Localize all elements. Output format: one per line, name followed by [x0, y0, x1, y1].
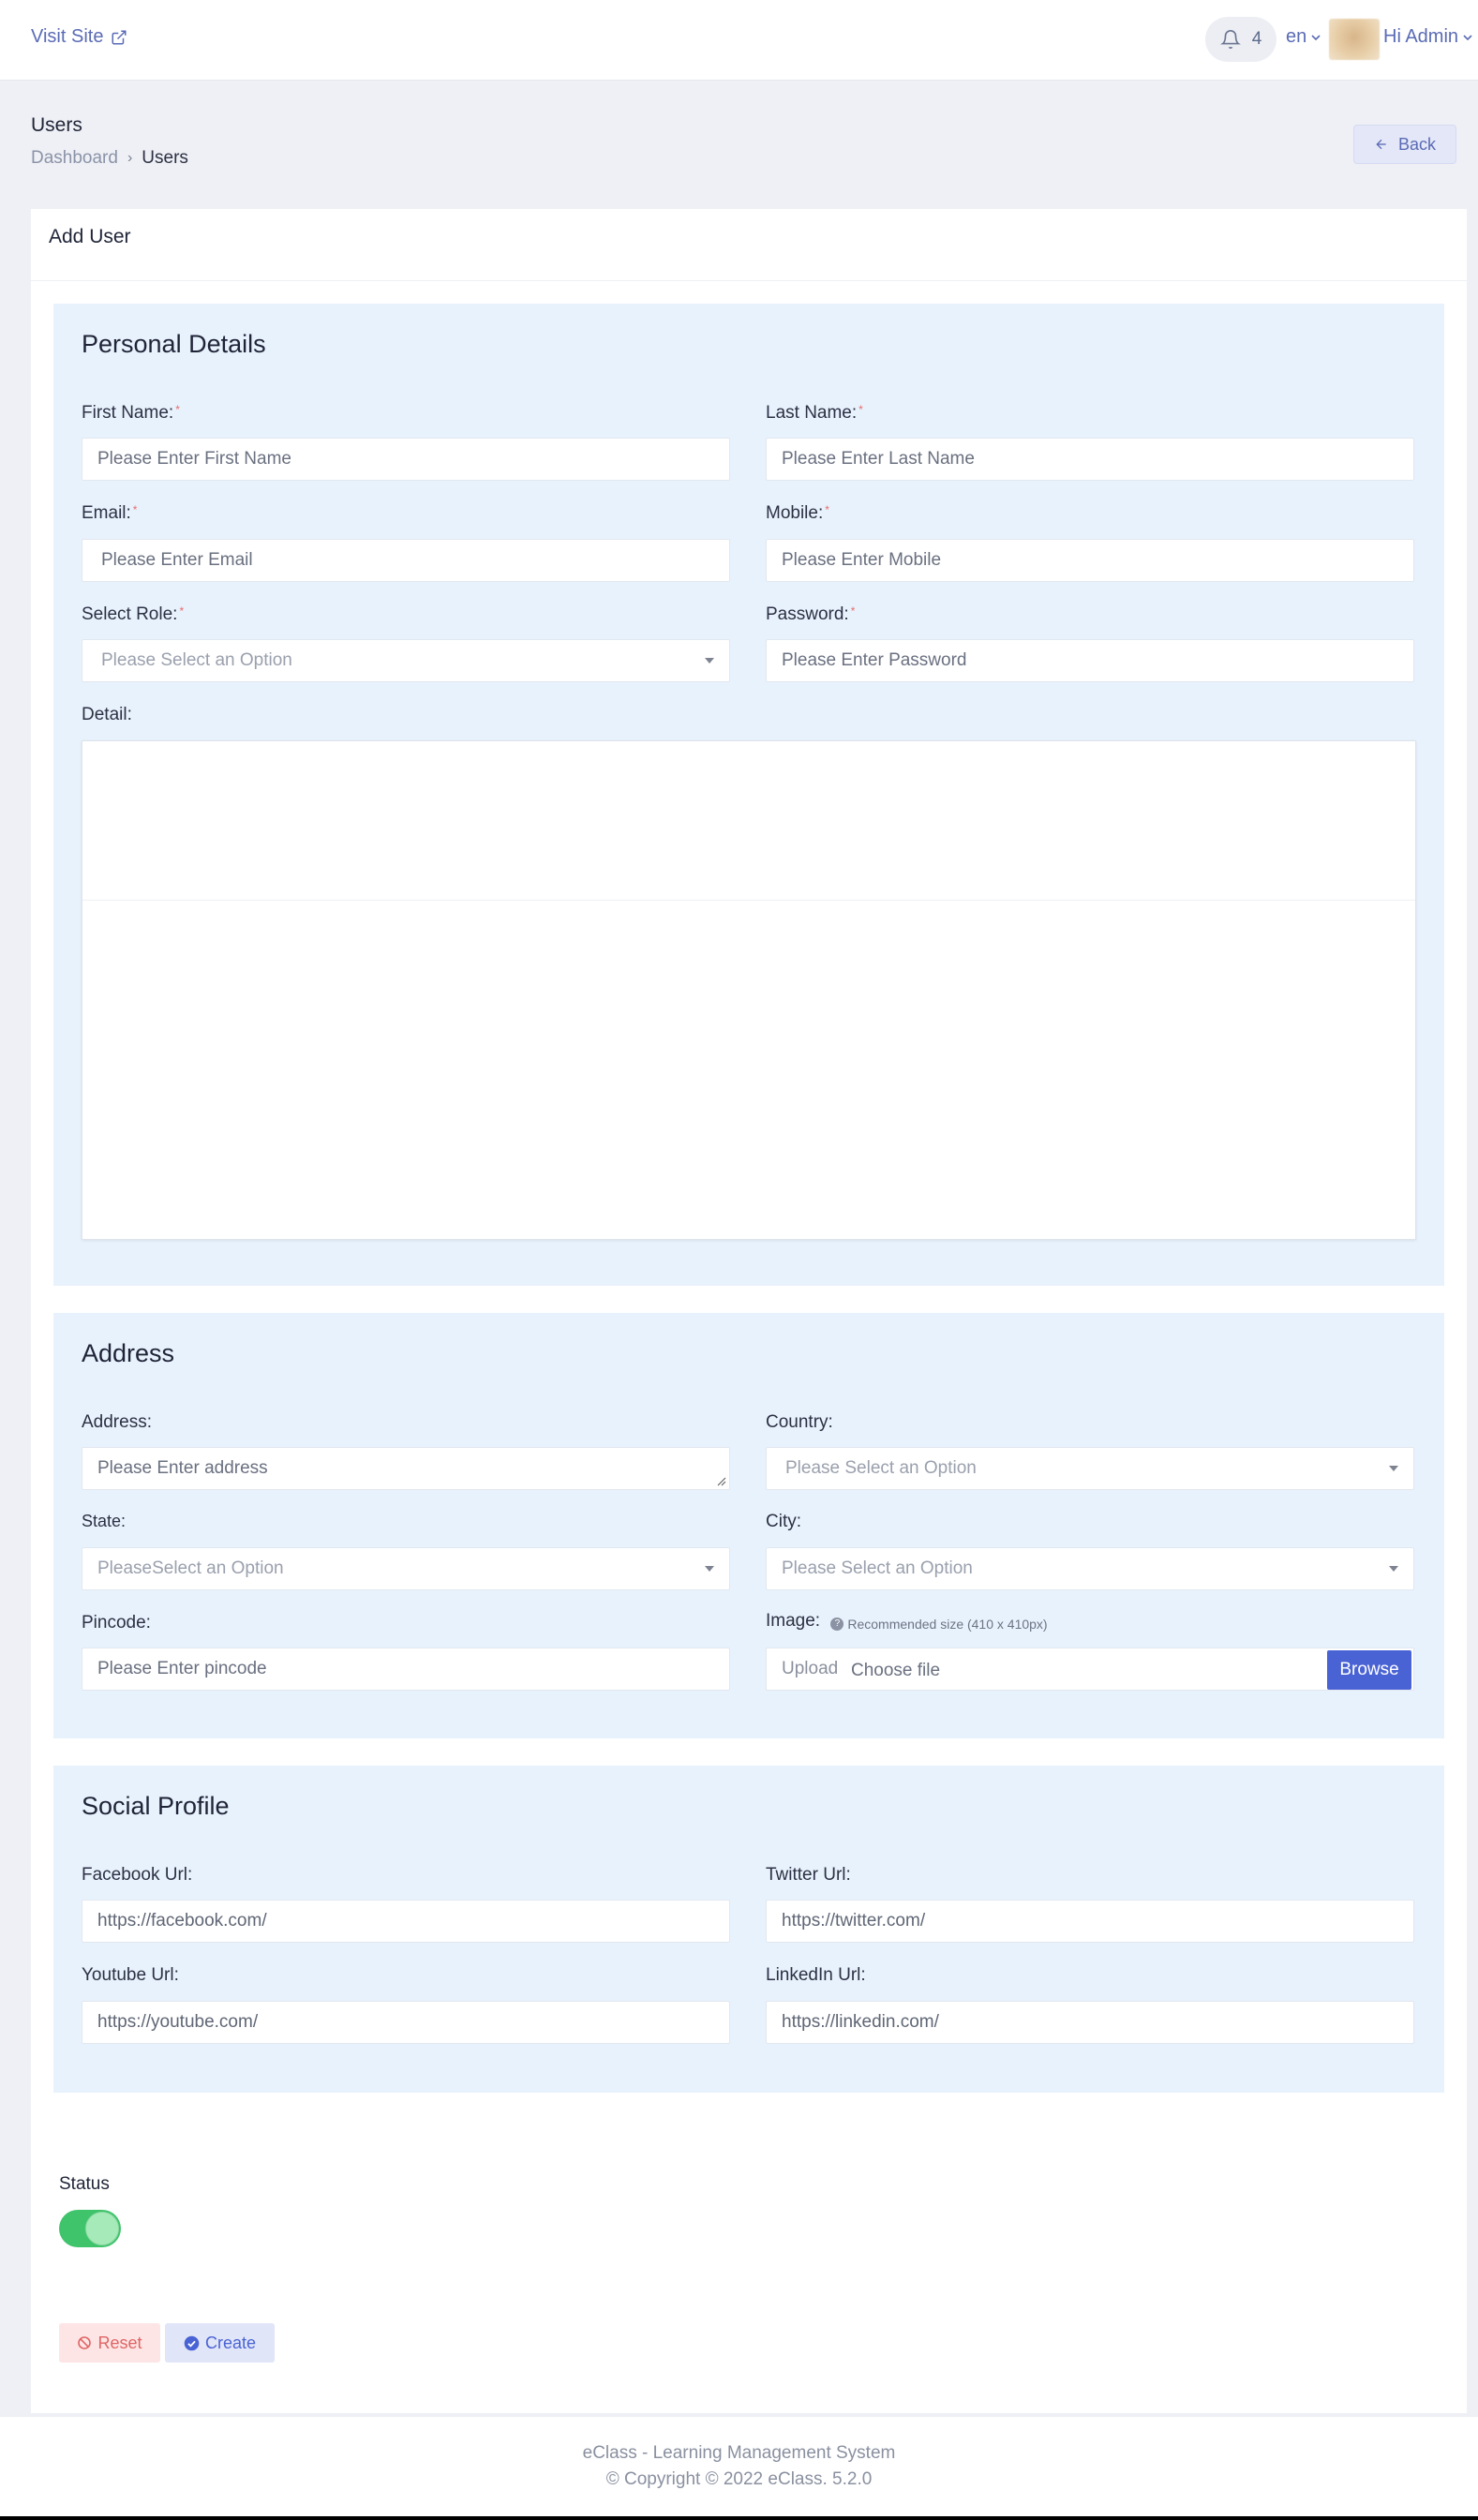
ban-icon: [78, 2336, 92, 2349]
role-select[interactable]: Please Select an Option: [82, 639, 730, 682]
detail-editor[interactable]: [82, 740, 1416, 1240]
breadcrumb: Dashboard › Users: [31, 148, 188, 169]
image-label: Image: ? Recommended size (410 x 410px): [766, 1611, 1048, 1632]
facebook-label: Facebook Url:: [82, 1865, 193, 1885]
footer-copyright: © Copyright © 2022 eClass. 5.2.0: [605, 2469, 873, 2489]
youtube-label: Youtube Url:: [82, 1965, 179, 1985]
notification-count: 4: [1251, 29, 1262, 49]
required-mark: *: [132, 503, 138, 516]
status-toggle[interactable]: [59, 2210, 121, 2247]
city-label: City:: [766, 1512, 801, 1531]
question-circle-icon: ?: [830, 1618, 844, 1631]
footer-app-name: eClass - Learning Management System: [582, 2443, 896, 2463]
required-mark: *: [175, 403, 180, 416]
caret-down-icon: [1389, 1566, 1398, 1572]
address-section: Address Address: Please Enter address Co…: [53, 1313, 1444, 1738]
image-size-hint: ? Recommended size (410 x 410px): [830, 1617, 1048, 1632]
required-mark: *: [825, 503, 829, 516]
state-label: State:: [82, 1512, 127, 1530]
youtube-url-input[interactable]: https://youtube.com/: [82, 2001, 730, 2044]
address-label: Address:: [82, 1412, 152, 1432]
visit-site-label: Visit Site: [31, 26, 104, 47]
editor-toolbar-area: [82, 741, 1415, 901]
chevron-down-icon: [1311, 34, 1321, 40]
email-label: Email: *: [82, 503, 138, 523]
arrow-left-icon: [1376, 139, 1386, 150]
first-name-label: First Name: *: [82, 403, 180, 423]
bell-icon: [1219, 30, 1241, 49]
language-label: en: [1286, 26, 1307, 47]
back-button[interactable]: Back: [1353, 125, 1456, 164]
personal-details-section: Personal Details First Name: * Please Ent…: [53, 304, 1444, 1286]
required-mark: *: [850, 604, 856, 618]
role-label: Select Role: *: [82, 604, 185, 624]
external-link-icon: [112, 30, 127, 44]
browse-button[interactable]: Browse: [1327, 1650, 1411, 1690]
state-select[interactable]: PleaseSelect an Option: [82, 1547, 730, 1590]
required-mark: *: [179, 604, 185, 618]
create-label: Create: [204, 2333, 257, 2352]
avatar[interactable]: [1329, 19, 1380, 60]
user-menu-dropdown[interactable]: Hi Admin: [1383, 26, 1473, 48]
section-heading-personal: Personal Details: [82, 330, 266, 358]
linkedin-url-input[interactable]: https://linkedin.com/: [766, 2001, 1414, 2044]
top-navbar: Visit Site 4 en Hi Admin: [0, 0, 1478, 81]
choose-file-label[interactable]: Choose file: [851, 1661, 940, 1681]
caret-down-icon: [1389, 1466, 1398, 1471]
reset-button[interactable]: Reset: [59, 2323, 160, 2363]
visit-site-link[interactable]: Visit Site: [31, 26, 127, 48]
divider: [31, 280, 1467, 281]
section-heading-social: Social Profile: [82, 1792, 230, 1820]
section-heading-address: Address: [82, 1339, 175, 1367]
pincode-label: Pincode:: [82, 1613, 151, 1633]
bottom-edge: [0, 2516, 1478, 2520]
breadcrumb-dashboard[interactable]: Dashboard: [31, 148, 118, 169]
caret-down-icon: [705, 1566, 714, 1572]
twitter-url-input[interactable]: https://twitter.com/: [766, 1900, 1414, 1943]
password-input[interactable]: Please Enter Password: [766, 639, 1414, 682]
reset-label: Reset: [97, 2333, 142, 2352]
twitter-label: Twitter Url:: [766, 1865, 851, 1885]
mobile-input[interactable]: Please Enter Mobile: [766, 539, 1414, 582]
page-title: Users: [31, 114, 82, 136]
facebook-url-input[interactable]: https://facebook.com/: [82, 1900, 730, 1943]
footer: eClass - Learning Management System © Co…: [0, 2417, 1478, 2516]
country-label: Country:: [766, 1412, 833, 1432]
notifications-button[interactable]: 4: [1205, 17, 1276, 62]
required-mark: *: [858, 403, 863, 416]
image-file-input[interactable]: Upload Choose file Browse: [766, 1648, 1414, 1691]
email-input[interactable]: Please Enter Email: [82, 539, 730, 582]
chevron-down-icon: [1463, 34, 1472, 40]
language-dropdown[interactable]: en: [1286, 26, 1321, 48]
detail-label: Detail:: [82, 705, 132, 724]
password-label: Password: *: [766, 604, 856, 624]
social-profile-section: Social Profile Facebook Url: https://fac…: [53, 1766, 1444, 2093]
toggle-knob: [85, 2212, 119, 2245]
resize-handle-icon[interactable]: [717, 1477, 726, 1486]
country-select[interactable]: Please Select an Option: [766, 1447, 1414, 1490]
first-name-input[interactable]: Please Enter First Name: [82, 438, 730, 481]
last-name-label: Last Name: *: [766, 403, 863, 423]
pincode-input[interactable]: Please Enter pincode: [82, 1648, 730, 1691]
upload-label: Upload: [782, 1659, 839, 1678]
create-button[interactable]: Create: [165, 2323, 275, 2363]
breadcrumb-users: Users: [142, 148, 188, 168]
address-input[interactable]: Please Enter address: [82, 1447, 730, 1490]
user-greeting: Hi Admin: [1383, 26, 1459, 47]
check-circle-icon: [184, 2335, 200, 2350]
mobile-label: Mobile: *: [766, 503, 829, 523]
chevron-right-icon: ›: [127, 150, 133, 166]
card-title: Add User: [49, 226, 131, 247]
linkedin-label: LinkedIn Url:: [766, 1965, 866, 1985]
back-label: Back: [1397, 134, 1437, 154]
city-select[interactable]: Please Select an Option: [766, 1547, 1414, 1590]
last-name-input[interactable]: Please Enter Last Name: [766, 438, 1414, 481]
add-user-card: Add User Personal Details First Name: * P…: [31, 209, 1467, 2413]
status-label: Status: [59, 2174, 110, 2194]
caret-down-icon: [705, 658, 714, 664]
